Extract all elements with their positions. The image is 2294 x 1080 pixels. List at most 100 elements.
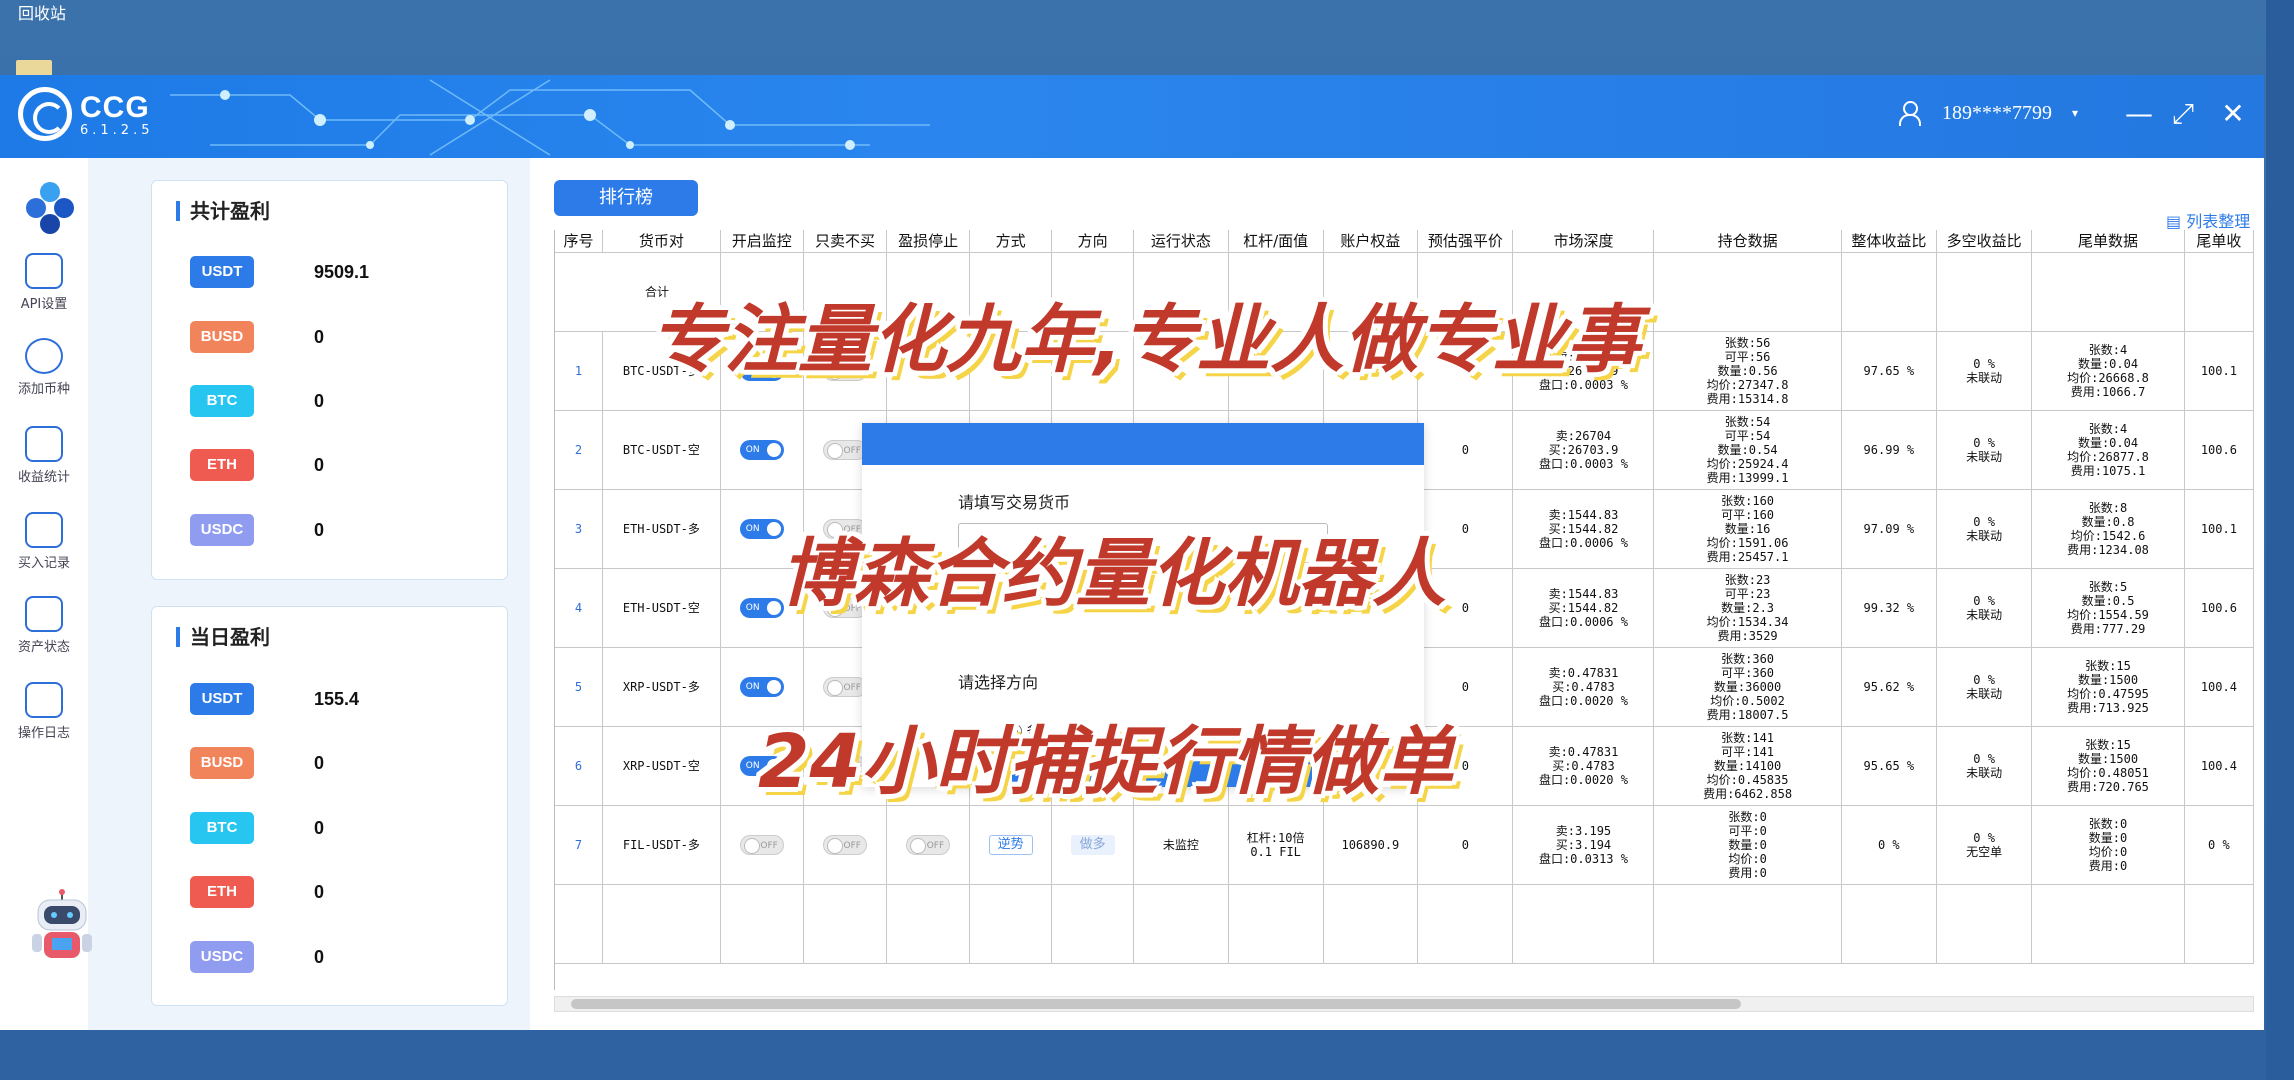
coin-value: 9509.1: [314, 261, 370, 282]
column-header[interactable]: 尾单数据: [2031, 230, 2185, 253]
cell-pos: 张数:54 可平:54 数量:0.54 均价:25924.4 费用:13999.…: [1653, 410, 1842, 490]
empty-cell: [1133, 884, 1229, 964]
toggle-switch[interactable]: ON: [739, 597, 784, 618]
cell-depth: 卖:0.47831 买:0.4783 盘口:0.0020 %: [1512, 726, 1655, 806]
column-header[interactable]: 账户权益: [1323, 230, 1419, 253]
cell-pos: 张数:360 可平:360 数量:36000 均价:0.5002 费用:1800…: [1653, 647, 1842, 727]
logo-icon: [18, 87, 72, 141]
sidebar-item-logs[interactable]: 操作日志: [0, 682, 88, 741]
coin-value: 0: [314, 519, 325, 540]
cell-ls: 0 % 未联动: [1936, 489, 2033, 569]
desktop-edge: [2266, 0, 2294, 1080]
column-header[interactable]: 盈损停止: [886, 230, 971, 253]
column-header[interactable]: 只卖不买: [803, 230, 888, 253]
column-header[interactable]: 运行状态: [1133, 230, 1229, 253]
sidebar-item-api[interactable]: API设置: [0, 253, 88, 312]
cell-depth: 卖:0.47831 买:0.4783 盘口:0.0020 %: [1512, 647, 1655, 727]
cell-tail: 张数:5 数量:0.5 均价:1554.59 费用:777.29: [2031, 568, 2185, 648]
sidebar-item-assets[interactable]: 资产状态: [0, 596, 88, 655]
coin-badge: USDT: [190, 256, 254, 288]
maximize-button[interactable]: ⤢: [2166, 97, 2200, 131]
column-header[interactable]: 市场深度: [1512, 230, 1655, 253]
toggle-switch[interactable]: OFF: [739, 834, 784, 855]
sidebar-item-label: 添加币种: [17, 382, 70, 397]
logo-name: CCG: [80, 90, 150, 124]
column-header[interactable]: 多空收益比: [1936, 230, 2033, 253]
coin-badge: ETH: [190, 876, 254, 908]
cell-total: 97.65 %: [1841, 331, 1937, 411]
empty-cell: [1653, 884, 1842, 964]
column-header[interactable]: 开启监控: [720, 230, 804, 253]
robot-mascot-icon: [32, 889, 92, 958]
toggle-switch[interactable]: ON: [739, 676, 784, 697]
cell-total: 99.32 %: [1841, 568, 1937, 648]
sidebar-item-label: 资产状态: [17, 640, 70, 655]
coin-badge: BTC: [190, 812, 254, 844]
sidebar-item-stats[interactable]: 收益统计: [0, 426, 88, 485]
scrollbar-thumb[interactable]: [571, 999, 1741, 1009]
panel-title: 共计盈利: [176, 201, 270, 221]
direction-label: 请选择方向: [958, 673, 1039, 692]
horizontal-scrollbar[interactable]: [554, 996, 2254, 1012]
coin-badge: USDC: [190, 514, 254, 546]
promo-line-3: 24小时捕捉行情做单: [758, 719, 1453, 805]
column-header[interactable]: 货币对: [602, 230, 721, 253]
daily-row-usdc: USDC 0: [190, 941, 324, 973]
coin-badge: BUSD: [190, 747, 254, 779]
empty-cell: [886, 884, 971, 964]
ranking-button[interactable]: 排行榜: [554, 180, 698, 216]
toggle-cell: OFF: [720, 805, 804, 885]
column-header[interactable]: 预估强平价: [1417, 230, 1514, 253]
daily-row-btc: BTC 0: [190, 812, 324, 844]
daily-row-eth: ETH 0: [190, 876, 324, 908]
toggle-switch[interactable]: OFF: [822, 834, 867, 855]
table-row[interactable]: 7 FIL-USDT-多 OFF OFF OFF 逆势 做多 未监控 杠杆:10倍 0.1 FI…: [555, 805, 2254, 885]
cell-total: 95.62 %: [1841, 647, 1937, 727]
chevron-down-icon[interactable]: ▾: [2072, 106, 2078, 121]
sidebar-item-buy-records[interactable]: 买入记录: [0, 512, 88, 571]
direction-button[interactable]: 做多: [1070, 834, 1115, 855]
toggle-switch[interactable]: OFF: [906, 834, 951, 855]
column-header[interactable]: 序号: [555, 230, 604, 253]
toggle-switch[interactable]: OFF: [822, 439, 867, 460]
cell-pair: ETH-USDT-多: [602, 489, 721, 569]
toggle-switch[interactable]: OFF: [822, 676, 867, 697]
coin-value: 0: [314, 946, 325, 967]
column-header[interactable]: 持仓数据: [1653, 230, 1842, 253]
column-header[interactable]: 杠杆/面值: [1228, 230, 1324, 253]
sidebar: API设置 添加币种 收益统计 买入记录 资产状态 操作日志: [0, 158, 92, 1030]
empty-cell: [969, 884, 1053, 964]
recycle-bin-label[interactable]: 回收站: [18, 0, 66, 24]
coin-value: 0: [314, 454, 325, 475]
cell-no: 7: [555, 805, 604, 885]
column-header[interactable]: 整体收益比: [1841, 230, 1937, 253]
close-button[interactable]: ✕: [2216, 97, 2250, 131]
toggle-switch[interactable]: ON: [739, 439, 784, 460]
cell-no: 6: [555, 726, 604, 806]
cell-pos: 张数:56 可平:56 数量:0.56 均价:27347.8 费用:15314.…: [1653, 331, 1842, 411]
brand-icon: [26, 182, 74, 234]
wallet-icon: [25, 596, 63, 632]
cell-depth: 卖:3.195 买:3.194 盘口:0.0313 %: [1512, 805, 1655, 885]
column-header[interactable]: 尾单收: [2184, 230, 2254, 253]
column-header[interactable]: 方向: [1051, 230, 1135, 253]
column-header[interactable]: 方式: [969, 230, 1053, 253]
minimize-button[interactable]: —: [2122, 97, 2156, 131]
coin-badge: BUSD: [190, 321, 254, 353]
cell-tail: 张数:8 数量:0.8 均价:1542.6 费用:1234.08: [2031, 489, 2185, 569]
user-menu[interactable]: 189****7799 ▾: [1898, 101, 2078, 126]
mode-button[interactable]: 逆势: [988, 834, 1033, 855]
cell-tailp: 100.6: [2184, 568, 2254, 648]
sidebar-item-add-coin[interactable]: 添加币种: [0, 338, 88, 397]
cell-equity: 106890.9: [1323, 805, 1419, 885]
mode-cell: 逆势: [969, 805, 1053, 885]
coin-value: 0: [314, 390, 325, 411]
cell-liq: 0: [1417, 410, 1514, 490]
cell-total: 0 %: [1841, 805, 1937, 885]
cell-tailp: 100.1: [2184, 331, 2254, 411]
toggle-switch[interactable]: ON: [739, 518, 784, 539]
cell-pair: XRP-USDT-多: [602, 647, 721, 727]
daily-row-busd: BUSD 0: [190, 747, 324, 779]
list-organize-link[interactable]: ▤ 列表整理: [2166, 208, 2250, 232]
profit-row-btc: BTC 0: [190, 385, 324, 417]
